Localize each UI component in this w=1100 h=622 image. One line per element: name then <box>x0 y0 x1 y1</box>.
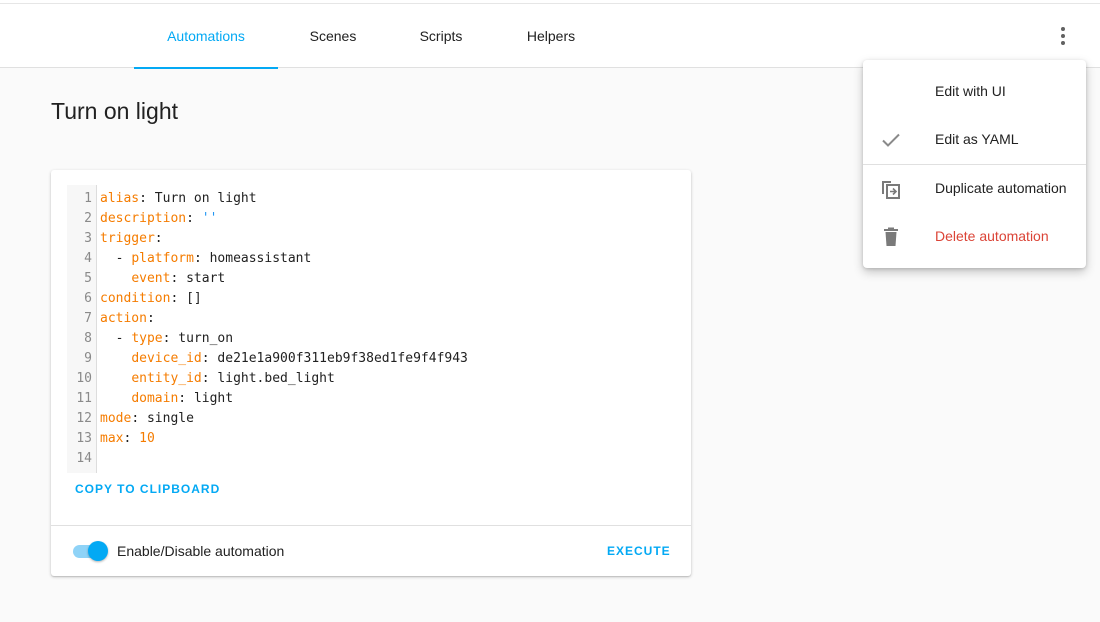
yaml-value: [] <box>186 291 202 306</box>
menu-item-duplicate-automation[interactable]: Duplicate automation <box>863 165 1086 213</box>
line-number: 8 <box>84 331 92 346</box>
toggle-label: Enable/Disable automation <box>117 543 285 559</box>
menu-item-edit-with-ui[interactable]: Edit with UI <box>863 68 1086 116</box>
line-number: 12 <box>76 411 92 426</box>
yaml-key: mode <box>100 411 132 426</box>
check-icon <box>879 128 903 152</box>
enable-automation-toggle[interactable] <box>71 540 109 562</box>
yaml-key: trigger <box>100 231 155 246</box>
line-number: 10 <box>76 371 92 386</box>
menu-item-label: Delete automation <box>935 228 1049 244</box>
yaml-key: device_id <box>131 351 202 366</box>
yaml-key: condition <box>100 291 171 306</box>
card-divider <box>51 525 691 526</box>
code-line: 13 max: 10 <box>67 429 667 449</box>
line-number: 5 <box>84 271 92 286</box>
yaml-value: homeassistant <box>209 251 312 266</box>
overflow-menu-icon[interactable] <box>1048 20 1078 52</box>
yaml-key: platform <box>131 251 194 266</box>
code-line: 9 device_id: de21e1a900f311eb9f38ed1fe9f… <box>67 349 667 369</box>
yaml-key: action <box>100 311 147 326</box>
yaml-value: light <box>193 391 234 406</box>
yaml-key: domain <box>131 391 179 406</box>
yaml-value: 10 <box>139 431 155 446</box>
tab-scripts[interactable]: Scripts <box>388 4 494 68</box>
yaml-separator: : <box>193 251 210 266</box>
yaml-key: description <box>100 211 187 226</box>
yaml-value: light.bed_light <box>217 371 335 386</box>
yaml-value: '' <box>201 211 218 226</box>
yaml-separator: : <box>178 391 194 406</box>
yaml-separator: : <box>201 371 218 386</box>
line-number: 14 <box>76 451 92 466</box>
yaml-value: Turn on light <box>154 191 257 206</box>
line-number: 4 <box>84 251 92 266</box>
code-line: 8 - type: turn_on <box>67 329 667 349</box>
code-line: 4 - platform: homeassistant <box>67 249 667 269</box>
yaml-separator: : <box>170 291 187 306</box>
line-number: 9 <box>84 351 92 366</box>
yaml-key: type <box>131 331 163 346</box>
tab-bar: Automations Scenes Scripts Helpers <box>0 4 1100 69</box>
execute-button[interactable]: EXECUTE <box>607 544 671 558</box>
yaml-separator: : <box>146 311 155 326</box>
delete-icon <box>879 225 903 249</box>
yaml-separator: : <box>131 411 147 426</box>
code-line: 12 mode: single <box>67 409 667 429</box>
code-line: 14 <box>67 449 667 469</box>
yaml-value: start <box>186 271 226 286</box>
toggle-thumb <box>88 541 108 561</box>
overflow-menu: Edit with UI Edit as YAML Duplicate auto… <box>863 60 1086 268</box>
yaml-value: turn_on <box>178 331 234 346</box>
menu-item-label: Edit with UI <box>935 83 1006 99</box>
yaml-editor-card: 1 alias: Turn on light 2 description: '' 3 tr… <box>51 170 691 576</box>
code-indent: - <box>100 251 132 266</box>
yaml-value: single <box>146 411 194 426</box>
yaml-key: alias <box>100 191 140 206</box>
page-title: Turn on light <box>51 98 178 124</box>
code-line: 10 entity_id: light.bed_light <box>67 369 667 389</box>
code-indent: - <box>100 331 132 346</box>
content-duplicate-icon <box>879 177 903 201</box>
menu-item-label: Duplicate automation <box>935 180 1067 196</box>
menu-item-label: Edit as YAML <box>935 131 1019 147</box>
code-line: 2 description: '' <box>67 209 667 229</box>
yaml-value: de21e1a900f311eb9f38ed1fe9f4f943 <box>217 351 468 366</box>
code-line: 11 domain: light <box>67 389 667 409</box>
menu-item-delete-automation[interactable]: Delete automation <box>863 213 1086 261</box>
yaml-key: max <box>100 431 124 446</box>
yaml-key: event <box>131 271 171 286</box>
yaml-separator: : <box>162 331 179 346</box>
tab-scenes[interactable]: Scenes <box>278 4 388 68</box>
code-line: 1 alias: Turn on light <box>67 189 667 209</box>
tab-helpers[interactable]: Helpers <box>494 4 608 68</box>
line-number: 13 <box>76 431 92 446</box>
line-number: 3 <box>84 231 92 246</box>
yaml-separator: : <box>154 231 163 246</box>
line-number: 1 <box>84 191 92 206</box>
yaml-separator: : <box>123 431 140 446</box>
code-line: 3 trigger: <box>67 229 667 249</box>
yaml-separator: : <box>186 211 202 226</box>
yaml-separator: : <box>139 191 155 206</box>
code-line: 7 action: <box>67 309 667 329</box>
line-number: 11 <box>76 391 92 406</box>
code-line: 6 condition: [] <box>67 289 667 309</box>
copy-to-clipboard-button[interactable]: COPY TO CLIPBOARD <box>75 482 220 496</box>
tab-automations[interactable]: Automations <box>134 4 278 69</box>
line-number: 7 <box>84 311 92 326</box>
code-line: 5 event: start <box>67 269 667 289</box>
yaml-separator: : <box>170 271 187 286</box>
yaml-key: entity_id <box>131 371 202 386</box>
yaml-separator: : <box>201 351 218 366</box>
line-number: 6 <box>84 291 92 306</box>
line-number: 2 <box>84 211 92 226</box>
menu-item-edit-as-yaml[interactable]: Edit as YAML <box>863 116 1086 164</box>
yaml-code-editor[interactable]: 1 alias: Turn on light 2 description: '' 3 tr… <box>67 185 675 473</box>
